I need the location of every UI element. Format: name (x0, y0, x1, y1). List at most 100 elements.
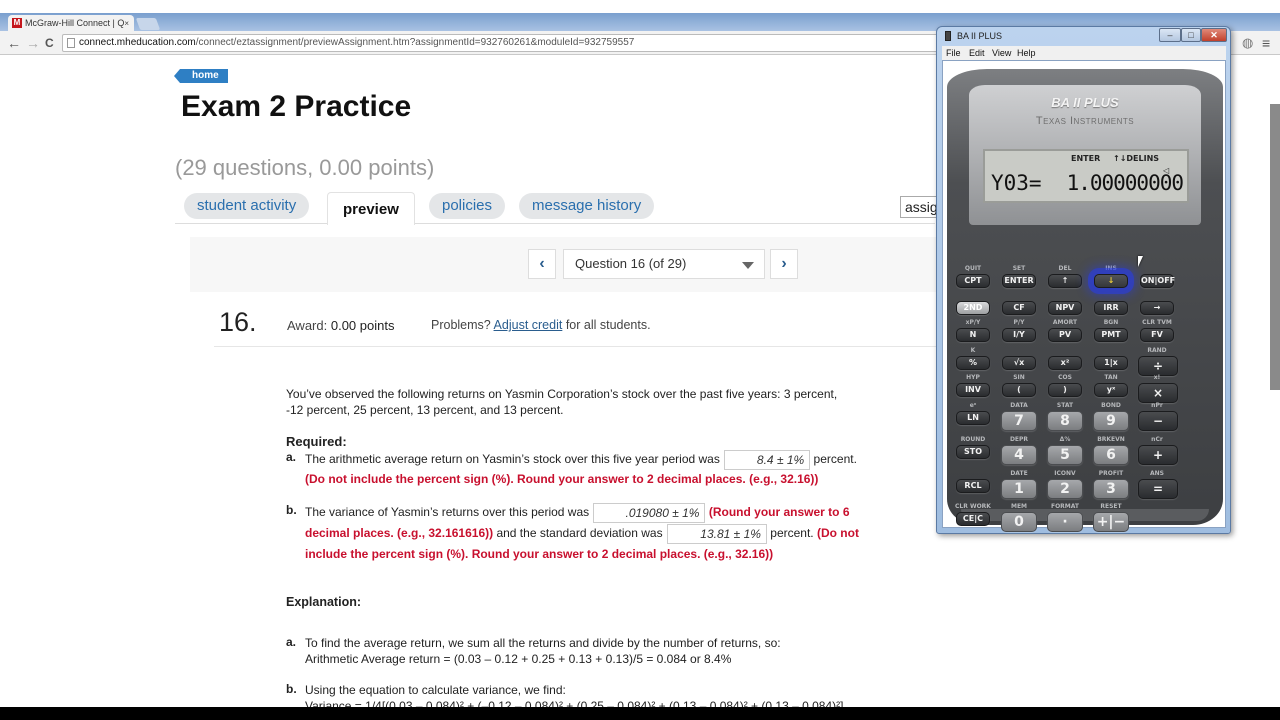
maximize-button[interactable]: □ (1181, 28, 1201, 42)
menu-edit[interactable]: Edit (969, 48, 985, 58)
key-7[interactable]: 7 (1001, 411, 1037, 431)
key-sto[interactable]: STO (956, 445, 990, 459)
menu-file[interactable]: File (946, 48, 961, 58)
key-8[interactable]: 8 (1047, 411, 1083, 431)
key-r1c4[interactable]: → (1140, 301, 1174, 315)
key-1[interactable]: 1 (1001, 479, 1037, 499)
part-b-instruction-2b: include the percent sign (%). Round your… (305, 546, 774, 561)
forward-arrow-icon[interactable]: → (26, 35, 40, 51)
question-select[interactable]: Question 16 (of 29) (563, 249, 765, 279)
next-question-button[interactable]: › (770, 249, 798, 279)
previous-question-button[interactable]: ‹ (528, 249, 556, 279)
key-6[interactable]: 6 (1093, 445, 1129, 465)
key-i-y[interactable]: I/Y (1002, 328, 1036, 342)
key-label: = (1152, 482, 1164, 496)
question-select-value: Question 16 (of 29) (575, 256, 687, 271)
key-enter[interactable]: ENTER (1002, 274, 1036, 288)
key-label: 7 (1014, 413, 1024, 429)
key-5[interactable]: 5 (1047, 445, 1083, 465)
part-b: The variance of Yasmin’s returns over th… (305, 502, 905, 564)
key-r0c2[interactable]: ↑ (1048, 274, 1082, 288)
key-n[interactable]: N (956, 328, 990, 342)
key-second-label: eˣ (969, 402, 977, 409)
key-r8c2[interactable]: · (1047, 512, 1083, 532)
key-4[interactable]: 4 (1001, 445, 1037, 465)
key-r7c4[interactable]: = (1138, 479, 1178, 499)
key-pv[interactable]: PV (1048, 328, 1082, 342)
key-pmt[interactable]: PMT (1094, 328, 1128, 342)
key-r4c1[interactable]: ( (1002, 383, 1036, 397)
prompt-line-2: -12 percent, 25 percent, 13 percent, and… (286, 403, 564, 417)
key-r6c4[interactable]: + (1138, 445, 1178, 465)
key-label: NPV (1055, 303, 1075, 312)
extension-icon[interactable]: ◍ (1242, 35, 1253, 51)
key-cf[interactable]: CF (1002, 301, 1036, 315)
key-on-off[interactable]: ON|OFF (1140, 274, 1175, 288)
key-r4c2[interactable]: ) (1048, 383, 1082, 397)
key-rcl[interactable]: RCL (956, 479, 990, 493)
key-fv[interactable]: FV (1140, 328, 1174, 342)
variance-answer-field[interactable]: .019080 ± 1% (593, 502, 706, 523)
key-1-x[interactable]: 1|x (1094, 356, 1128, 370)
minimize-button[interactable]: – (1159, 28, 1181, 42)
key-irr[interactable]: IRR (1094, 301, 1128, 315)
part-a-answer-field[interactable]: 8.4 ± 1% (724, 450, 811, 470)
key-inv[interactable]: INV (956, 383, 990, 397)
key-label: × (1152, 386, 1164, 400)
key-label: RCL (964, 481, 982, 490)
key-r3c4[interactable]: ÷ (1138, 356, 1178, 376)
key-label: − (1152, 414, 1164, 428)
key-second-label: SET (1012, 265, 1026, 272)
menu-view[interactable]: View (992, 48, 1011, 58)
key-npv[interactable]: NPV (1048, 301, 1082, 315)
key-2nd[interactable]: 2ND (956, 301, 990, 315)
page-scrollbar-thumb[interactable] (1270, 104, 1280, 390)
key-y[interactable]: yˣ (1094, 383, 1128, 397)
key-ln[interactable]: LN (956, 411, 990, 425)
delins-indicator: ↑↓DELINS (1113, 154, 1160, 163)
back-arrow-icon[interactable]: ← (7, 35, 21, 51)
prompt-line-1: You’ve observed the following returns on… (286, 387, 838, 401)
reload-icon[interactable]: C (45, 35, 54, 51)
calculator-titlebar[interactable]: BA II PLUS – □ ✕ (937, 27, 1230, 46)
key-0[interactable]: 0 (1001, 512, 1037, 532)
tab-title: McGraw-Hill Connect | Q (25, 18, 125, 28)
key-x[interactable]: √x (1002, 356, 1036, 370)
part-a-text: The arithmetic average return on Yasmin’… (305, 452, 720, 467)
key-label: 4 (1014, 447, 1024, 463)
new-tab-button[interactable] (135, 18, 161, 30)
adjust-credit-link[interactable]: Adjust credit (494, 318, 563, 332)
part-b-instruction-1b: decimal places. (e.g., 32.161616)) (305, 525, 494, 540)
address-bar[interactable]: connect.mheducation.com/connect/eztassig… (62, 34, 942, 52)
key-r0c3[interactable]: ↓ (1094, 274, 1128, 288)
key-x[interactable]: x² (1048, 356, 1082, 370)
browser-tab[interactable]: M McGraw-Hill Connect | Q × (8, 15, 134, 31)
key-r5c4[interactable]: − (1138, 411, 1178, 431)
key-label: ENTER (1004, 276, 1034, 285)
key-3[interactable]: 3 (1093, 479, 1129, 499)
key-second-label: BGN (1103, 319, 1119, 326)
key-9[interactable]: 9 (1093, 411, 1129, 431)
key-second-label: HYP (966, 374, 980, 381)
tab-student-activity[interactable]: student activity (184, 193, 310, 219)
key-cpt[interactable]: CPT (956, 274, 990, 288)
tab-close-icon[interactable]: × (124, 19, 129, 28)
menu-help[interactable]: Help (1017, 48, 1036, 58)
key-ce-c[interactable]: CE|C (956, 512, 990, 526)
url-domain: connect.mheducation.com (79, 37, 196, 48)
key-r4c4[interactable]: × (1138, 383, 1178, 403)
home-link[interactable]: home (174, 69, 228, 83)
menu-icon[interactable]: ≡ (1262, 35, 1270, 51)
tab-preview[interactable]: preview (327, 192, 415, 225)
key-second-label: AMORT (1052, 319, 1078, 326)
key-r8c3[interactable]: +|− (1093, 512, 1129, 532)
tab-policies[interactable]: policies (429, 193, 506, 219)
close-button[interactable]: ✕ (1201, 28, 1227, 42)
problems-info: Problems? Adjust credit for all students… (431, 318, 651, 332)
key-second-label: K (970, 347, 976, 354)
display-variable: Y03= (991, 171, 1042, 195)
key-r3c0[interactable]: % (956, 356, 990, 370)
tab-message-history[interactable]: message history (519, 193, 655, 219)
std-dev-answer-field[interactable]: 13.81 ± 1% (666, 523, 767, 544)
key-2[interactable]: 2 (1047, 479, 1083, 499)
